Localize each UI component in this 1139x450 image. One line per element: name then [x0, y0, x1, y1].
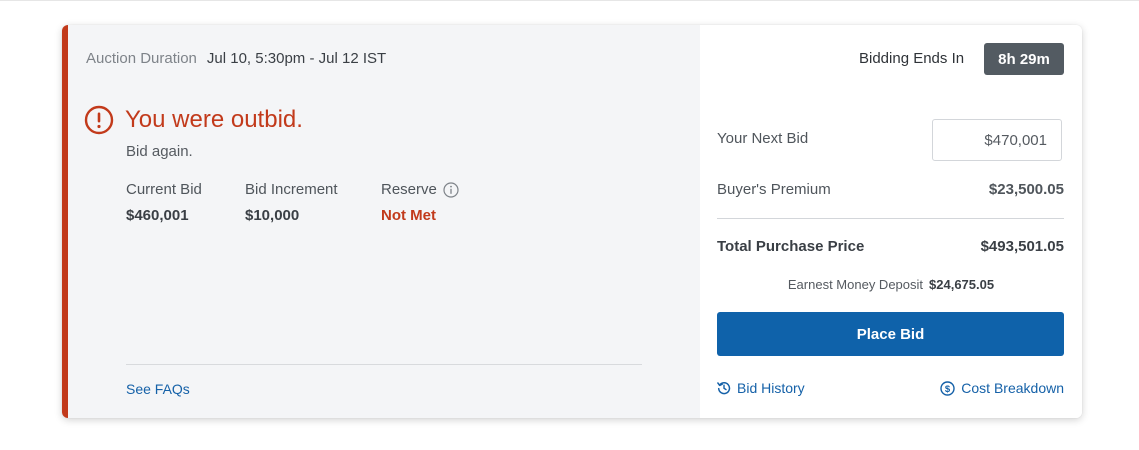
outbid-alert-title: You were outbid. — [125, 106, 303, 133]
next-bid-label: Your Next Bid — [717, 130, 809, 147]
dollar-circle-icon: $ — [940, 380, 955, 396]
current-bid-value: $460,001 — [126, 207, 189, 224]
reserve-status-value: Not Met — [381, 207, 436, 224]
cost-breakdown-link[interactable]: $ Cost Breakdown — [940, 380, 1064, 396]
place-bid-button[interactable]: Place Bid — [717, 312, 1064, 356]
reserve-label: Reserve — [381, 181, 437, 198]
cost-breakdown-label: Cost Breakdown — [961, 380, 1064, 396]
auction-duration-label: Auction Duration — [86, 50, 197, 67]
countdown-timer: 8h 29m — [984, 43, 1064, 75]
top-divider — [0, 0, 1139, 1]
auction-duration-value: Jul 10, 5:30pm - Jul 12 IST — [206, 50, 387, 67]
reserve-stat: Reserve Not Met — [381, 181, 459, 224]
exclamation-circle-icon — [84, 105, 114, 135]
bidding-ends-label: Bidding Ends In — [859, 50, 965, 67]
total-price-value: $493,501.05 — [980, 238, 1064, 255]
bid-increment-stat: Bid Increment $10,000 — [245, 181, 338, 224]
reserve-label-row: Reserve — [381, 181, 459, 198]
bid-increment-value: $10,000 — [245, 207, 300, 224]
bid-history-label: Bid History — [737, 380, 805, 396]
left-panel-divider — [126, 364, 642, 365]
earnest-money-label: Earnest Money Deposit — [787, 277, 924, 292]
svg-text:$: $ — [945, 384, 951, 395]
bid-history-link[interactable]: Bid History — [717, 380, 805, 396]
auction-duration: Auction Duration Jul 10, 5:30pm - Jul 12 … — [86, 50, 386, 67]
price-divider — [717, 218, 1064, 219]
history-icon — [717, 382, 731, 395]
bid-increment-label: Bid Increment — [245, 181, 338, 198]
next-bid-input[interactable] — [932, 119, 1062, 161]
earnest-money-value: $24,675.05 — [929, 277, 995, 292]
earnest-money-deposit: Earnest Money Deposit $24,675.05 — [700, 277, 1082, 292]
current-bid-label: Current Bid — [126, 181, 202, 198]
bid-card: Auction Duration Jul 10, 5:30pm - Jul 12 … — [62, 25, 1082, 418]
buyers-premium-label: Buyer's Premium — [717, 181, 831, 198]
outbid-alert-subtitle: Bid again. — [126, 143, 193, 160]
bid-form-panel: Bidding Ends In 8h 29m Your Next Bid Buy… — [700, 25, 1082, 418]
current-bid-stat: Current Bid $460,001 — [126, 181, 202, 224]
buyers-premium-value: $23,500.05 — [988, 181, 1064, 198]
auction-status-panel: Auction Duration Jul 10, 5:30pm - Jul 12 … — [68, 25, 700, 418]
info-circle-icon[interactable] — [443, 181, 459, 198]
total-price-label: Total Purchase Price — [717, 238, 865, 255]
see-faqs-link[interactable]: See FAQs — [126, 381, 190, 397]
